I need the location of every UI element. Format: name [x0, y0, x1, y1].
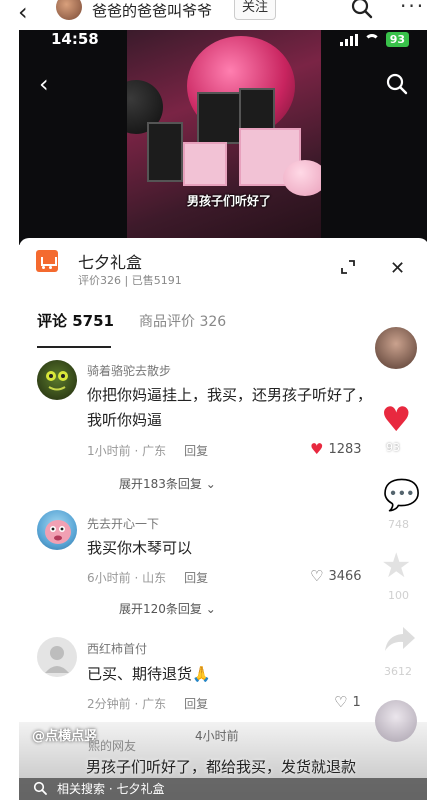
heart-outline-icon: ♡: [310, 567, 324, 585]
tab-reviews[interactable]: 商品评价 326: [139, 311, 226, 331]
video-comment-count: 748: [388, 518, 409, 531]
comment-like-count: 1: [352, 694, 361, 710]
chevron-down-icon: ⌄: [205, 602, 216, 616]
status-time: 14:58: [51, 30, 99, 48]
partial-commenter-name: 熙的网友: [88, 739, 137, 753]
expand-replies-label: 展开120条回复: [119, 602, 202, 616]
chevron-down-icon: ⌄: [205, 477, 216, 491]
author-avatar[interactable]: [56, 0, 82, 20]
expand-replies-button[interactable]: 展开183条回复 ⌄: [119, 475, 216, 492]
expand-replies-label: 展开183条回复: [119, 477, 202, 491]
favorite-star-icon[interactable]: ★: [381, 546, 411, 586]
more-icon[interactable]: ···: [400, 0, 425, 18]
related-search-bar[interactable]: 相关搜索 · 七夕礼盒: [19, 778, 427, 800]
video-subtitle: 男孩子们听好了: [187, 194, 272, 208]
comment-meta: 1小时前 · 广东 回复: [87, 442, 208, 459]
video-author-avatar[interactable]: [373, 325, 419, 371]
battery-indicator: 93: [385, 32, 409, 47]
tab-active-indicator: [37, 346, 111, 348]
author-name[interactable]: 爸爸的爸爸叫爷爷: [92, 0, 212, 21]
cart-icon: [36, 250, 58, 272]
video-frame: 男孩子们听好了: [127, 30, 321, 245]
video-like-count: 93: [386, 441, 400, 454]
commenter-avatar[interactable]: [37, 637, 77, 677]
reply-button[interactable]: 回复: [184, 697, 208, 711]
search-icon: [33, 781, 47, 795]
comment-sheet: 七夕礼盒 评价326 | 已售5191 ✕ 评论 5751 商品评价 326: [19, 238, 429, 800]
comment-like[interactable]: ♥ 1283: [310, 440, 362, 458]
cartoon-face-icon: [45, 520, 71, 544]
video-favorite-count: 100: [388, 589, 409, 602]
comment-username[interactable]: 骑着骆驼去散步: [87, 362, 171, 379]
video-search-icon[interactable]: [385, 72, 409, 96]
comment-like[interactable]: ♡ 3466: [310, 567, 362, 585]
gift-box: [183, 142, 227, 186]
video-player[interactable]: 14:58 93 男孩子们听好了 ‹: [19, 30, 427, 245]
comment-time-location: 1小时前 · 广东: [87, 444, 167, 458]
expand-replies-button[interactable]: 展开120条回复 ⌄: [119, 600, 216, 617]
status-icons: 93: [339, 32, 409, 47]
outer-top-bar: ‹ 爸爸的爸爸叫爷爷 关注 ···: [0, 0, 447, 26]
comment-like-count: 3466: [328, 568, 362, 584]
comment-username[interactable]: 西红柿首付: [87, 640, 147, 657]
default-user-icon: [45, 646, 69, 673]
comment-meta: 2分钟前 · 广东 回复: [87, 695, 208, 712]
gift-box: [147, 122, 183, 182]
video-back-icon[interactable]: ‹: [39, 70, 49, 98]
video-share-count: 3612: [384, 665, 412, 678]
comment-text: 我买你木琴可以: [87, 539, 193, 557]
frog-face-icon: [46, 371, 68, 391]
comment-meta: 6小时前 · 山东 回复: [87, 569, 208, 586]
comment-bubble-icon[interactable]: 💬: [383, 478, 420, 513]
heart-filled-icon: ♥: [310, 440, 324, 458]
video-post-time: 4小时前: [195, 729, 239, 743]
reply-button[interactable]: 回复: [184, 571, 208, 585]
close-icon[interactable]: ✕: [390, 258, 405, 279]
wifi-icon: [363, 33, 380, 46]
screen: ‹ 爸爸的爸爸叫爷爷 关注 ··· 14:58 93 男孩子们听好了 ‹ 七夕礼…: [0, 0, 447, 800]
comment-like-count: 1283: [328, 441, 362, 457]
comment-time-location: 2分钟前 · 广东: [87, 697, 167, 711]
back-icon[interactable]: ‹: [18, 0, 28, 26]
tab-comments[interactable]: 评论 5751: [37, 310, 114, 331]
gift-box: [197, 92, 241, 144]
commenter-avatar[interactable]: [37, 360, 77, 400]
floating-avatar[interactable]: [375, 700, 417, 742]
follow-button[interactable]: 关注: [234, 0, 276, 20]
comment-like[interactable]: ♡ 1: [334, 693, 361, 711]
comment-time-location: 6小时前 · 山东: [87, 571, 167, 585]
search-icon[interactable]: [350, 0, 374, 20]
comment-username[interactable]: 先去开心一下: [87, 515, 159, 532]
comment-text: 你把你妈逼挂上，我买，还男孩子听好了，我听你妈逼: [87, 386, 373, 429]
heart-outline-icon: ♡: [334, 693, 348, 711]
comment-text: 已买、期待退货🙏: [87, 665, 211, 683]
commenter-avatar[interactable]: [37, 510, 77, 550]
balloon-decoration: [283, 160, 321, 196]
like-heart-icon[interactable]: ♥: [381, 400, 411, 440]
share-arrow-icon[interactable]: [383, 625, 417, 653]
related-search-text: 相关搜索 · 七夕礼盒: [57, 782, 165, 796]
signal-icon: [339, 33, 358, 46]
product-meta: 评价326 | 已售5191: [78, 274, 182, 287]
product-name[interactable]: 七夕礼盒: [78, 249, 142, 273]
expand-icon[interactable]: [341, 260, 355, 274]
video-caption: 男孩子们听好了，都给我买，发货就退款: [86, 758, 357, 776]
reply-button[interactable]: 回复: [184, 444, 208, 458]
